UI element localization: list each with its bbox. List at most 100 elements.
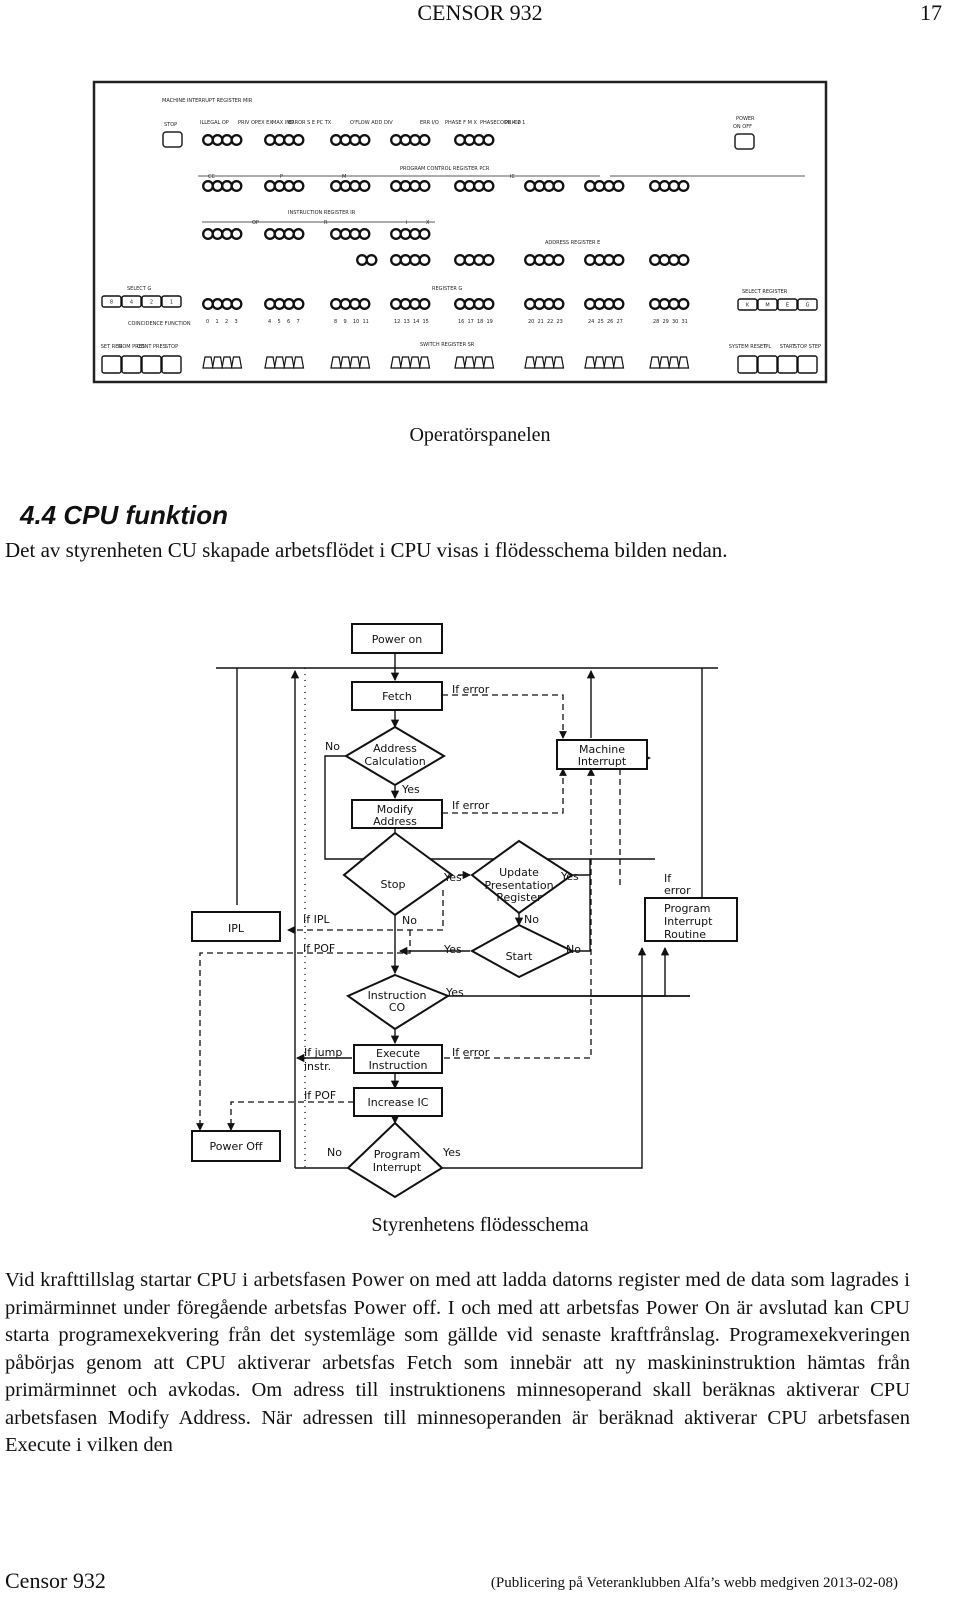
edge-update-no: No <box>524 913 539 926</box>
page-number: 17 <box>920 0 942 25</box>
toggle-switch[interactable] <box>202 356 214 369</box>
pcr-lamp <box>390 180 402 192</box>
ar-lamp <box>603 254 615 266</box>
node-program-interrupt-2: Interrupt <box>373 1161 422 1174</box>
toggle-switch[interactable] <box>593 356 606 369</box>
register-g-lamp <box>390 298 402 310</box>
mir-lamp <box>463 134 476 146</box>
pcr-lamp <box>463 180 476 192</box>
power-button[interactable] <box>734 133 755 150</box>
mir-group-label: PRIV OP <box>238 120 258 126</box>
operator-panel-figure: MACHINE INTERRUPT REGISTER MIR STOP POWE… <box>92 80 828 384</box>
toggle-switch[interactable] <box>552 356 565 369</box>
pcr-lamp <box>454 180 466 192</box>
toggle-switch[interactable] <box>221 356 233 369</box>
pcr-lamp <box>584 180 596 192</box>
ar-lamp <box>454 254 466 266</box>
toggle-switch[interactable] <box>603 356 615 369</box>
bit-number: 14 <box>413 319 419 325</box>
register-g-lamp <box>349 298 361 310</box>
edge-stop-yes: Yes <box>443 871 462 884</box>
toggle-switch[interactable] <box>482 356 495 369</box>
mir-group-label: ERR I/O <box>420 120 439 126</box>
system-key[interactable] <box>797 355 818 374</box>
coincidence-key[interactable] <box>101 355 122 374</box>
coincidence-key[interactable] <box>161 355 182 374</box>
toggle-switch[interactable] <box>612 356 625 369</box>
stop-button[interactable] <box>162 131 183 148</box>
toggle-switch[interactable] <box>409 356 421 369</box>
node-pir-3: Routine <box>664 928 706 941</box>
toggle-switch[interactable] <box>473 356 485 369</box>
node-pir-1: Program <box>664 902 710 915</box>
bit-number: 24 <box>588 319 594 325</box>
toggle-switch[interactable] <box>273 356 286 369</box>
toggle-switch[interactable] <box>584 356 596 369</box>
register-g-lamp <box>612 298 625 310</box>
mir-lamp <box>409 134 421 146</box>
toggle-switch[interactable] <box>649 356 661 369</box>
toggle-switch[interactable] <box>533 356 546 369</box>
ir-lamp <box>211 228 224 240</box>
toggle-switch[interactable] <box>399 356 412 369</box>
toggle-switch[interactable] <box>658 356 671 369</box>
ar-lamp <box>612 254 625 266</box>
toggle-switch[interactable] <box>418 356 431 369</box>
power-label: POWER <box>736 116 755 122</box>
edge-pir-error: error <box>664 884 691 897</box>
ir-label: INSTRUCTION REGISTER IR <box>288 210 356 216</box>
mir-lamp <box>221 134 233 146</box>
ir-lamp <box>292 228 305 240</box>
toggle-switch[interactable] <box>358 356 371 369</box>
toggle-switch[interactable] <box>292 356 305 369</box>
toggle-switch[interactable] <box>454 356 466 369</box>
toggle-switch[interactable] <box>390 356 402 369</box>
switch-register-label: SWITCH REGISTER SR <box>420 342 475 348</box>
coincidence-key[interactable] <box>121 355 142 374</box>
edge-if-ipl: If IPL <box>303 913 330 926</box>
ar-lamp <box>533 254 546 266</box>
toggle-switch[interactable] <box>283 356 295 369</box>
panel-caption: Operatörspanelen <box>409 424 551 446</box>
coincidence-key[interactable] <box>141 355 162 374</box>
register-g-lamp <box>658 298 671 310</box>
system-key[interactable] <box>757 355 778 374</box>
toggle-switch[interactable] <box>677 356 690 369</box>
edge-pi-no: No <box>327 1146 342 1159</box>
node-power-on: Power on <box>372 633 422 646</box>
register-g-label: REGISTER G <box>432 286 462 292</box>
toggle-switch[interactable] <box>349 356 361 369</box>
mir-lamp <box>482 134 495 146</box>
toggle-switch[interactable] <box>330 356 342 369</box>
mir-lamp <box>202 134 214 146</box>
system-key[interactable] <box>777 355 798 374</box>
ar-lamp <box>365 254 378 266</box>
toggle-switch[interactable] <box>543 356 555 369</box>
mir-lamp <box>358 134 371 146</box>
mir-lamp <box>292 134 305 146</box>
mir-group-label: ILLEGAL OP <box>200 120 229 126</box>
register-g-lamp <box>593 298 606 310</box>
toggle-switch[interactable] <box>264 356 276 369</box>
system-key[interactable] <box>737 355 758 374</box>
toggle-switch[interactable] <box>211 356 224 369</box>
mir-lamp <box>418 134 431 146</box>
bit-number: 0 <box>206 319 209 325</box>
toggle-switch[interactable] <box>463 356 476 369</box>
stop-label: STOP <box>164 122 177 128</box>
bit-number: 6 <box>287 319 290 325</box>
select-register-key-label: G <box>806 303 810 309</box>
node-update-1: Update <box>499 866 539 879</box>
paragraph-text: Vid krafttillslag startar CPU i arbetsfa… <box>5 1269 910 1456</box>
toggle-switch[interactable] <box>339 356 352 369</box>
select-g-key-label: 4 <box>130 300 133 306</box>
mir-label: MACHINE INTERRUPT REGISTER MIR <box>162 98 253 104</box>
register-g-lamp <box>292 298 305 310</box>
toggle-switch[interactable] <box>524 356 536 369</box>
mir-lamp <box>264 134 276 146</box>
toggle-switch[interactable] <box>230 356 243 369</box>
footer-left: Censor 932 <box>5 1568 106 1593</box>
edge-update-yes: Yes <box>560 870 579 883</box>
toggle-switch[interactable] <box>668 356 680 369</box>
node-power-off: Power Off <box>210 1140 263 1153</box>
